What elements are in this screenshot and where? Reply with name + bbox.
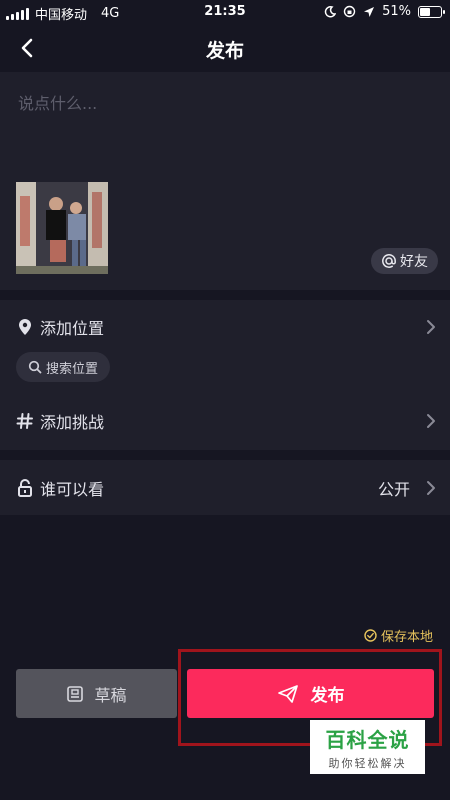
page-title: 发布: [205, 40, 244, 62]
video-thumbnail[interactable]: [16, 182, 108, 274]
caption-input[interactable]: 说点什么...: [18, 90, 97, 114]
add-challenge-label: 添加挑战: [40, 413, 105, 432]
battery-fill: [420, 7, 431, 16]
add-challenge-row[interactable]: 添加挑战: [0, 401, 450, 441]
orientation-lock-icon: [343, 5, 356, 18]
mention-friend-button[interactable]: 好友: [371, 248, 438, 274]
battery-icon: [418, 5, 445, 18]
draft-box-icon: [67, 685, 84, 702]
draft-label: 草稿: [94, 685, 127, 705]
chevron-right-icon: [427, 320, 435, 334]
add-location-row[interactable]: 添加位置: [0, 307, 450, 347]
video-thumbnail-image: [16, 182, 108, 274]
hashtag-icon: [16, 412, 34, 430]
lock-icon: [16, 479, 34, 497]
watermark-subtitle: 助你轻松解决: [328, 756, 407, 770]
save-local-toggle[interactable]: 保存本地: [364, 626, 433, 645]
caption-panel: 说点什么... 好友: [0, 72, 450, 290]
watermark-logo: 百科全说 助你轻松解决: [310, 720, 425, 774]
visibility-row[interactable]: 谁可以看 公开: [0, 468, 450, 508]
status-right: 51%: [324, 4, 445, 19]
save-local-label: 保存本地: [380, 630, 433, 645]
chevron-right-icon: [427, 481, 435, 495]
nav-bar: 发布: [0, 24, 450, 72]
chevron-right-icon: [427, 414, 435, 428]
visibility-label: 谁可以看: [40, 480, 105, 499]
location-pin-icon: [16, 318, 34, 336]
add-location-label: 添加位置: [40, 319, 105, 338]
at-icon: [382, 254, 396, 268]
friend-chip-label: 好友: [400, 254, 428, 270]
watermark-title: 百科全说: [325, 727, 410, 752]
location-arrow-icon: [364, 6, 375, 17]
moon-icon: [324, 5, 337, 18]
status-bar: 中国移动 4G 21:35 51%: [0, 0, 450, 24]
check-circle-icon: [364, 629, 377, 642]
battery-percent: 51%: [382, 4, 411, 19]
visibility-value: 公开: [377, 480, 410, 499]
search-location-button[interactable]: 搜索位置: [16, 352, 111, 382]
search-icon: [28, 360, 42, 374]
draft-button[interactable]: 草稿: [16, 669, 177, 718]
search-location-label: 搜索位置: [46, 361, 99, 377]
